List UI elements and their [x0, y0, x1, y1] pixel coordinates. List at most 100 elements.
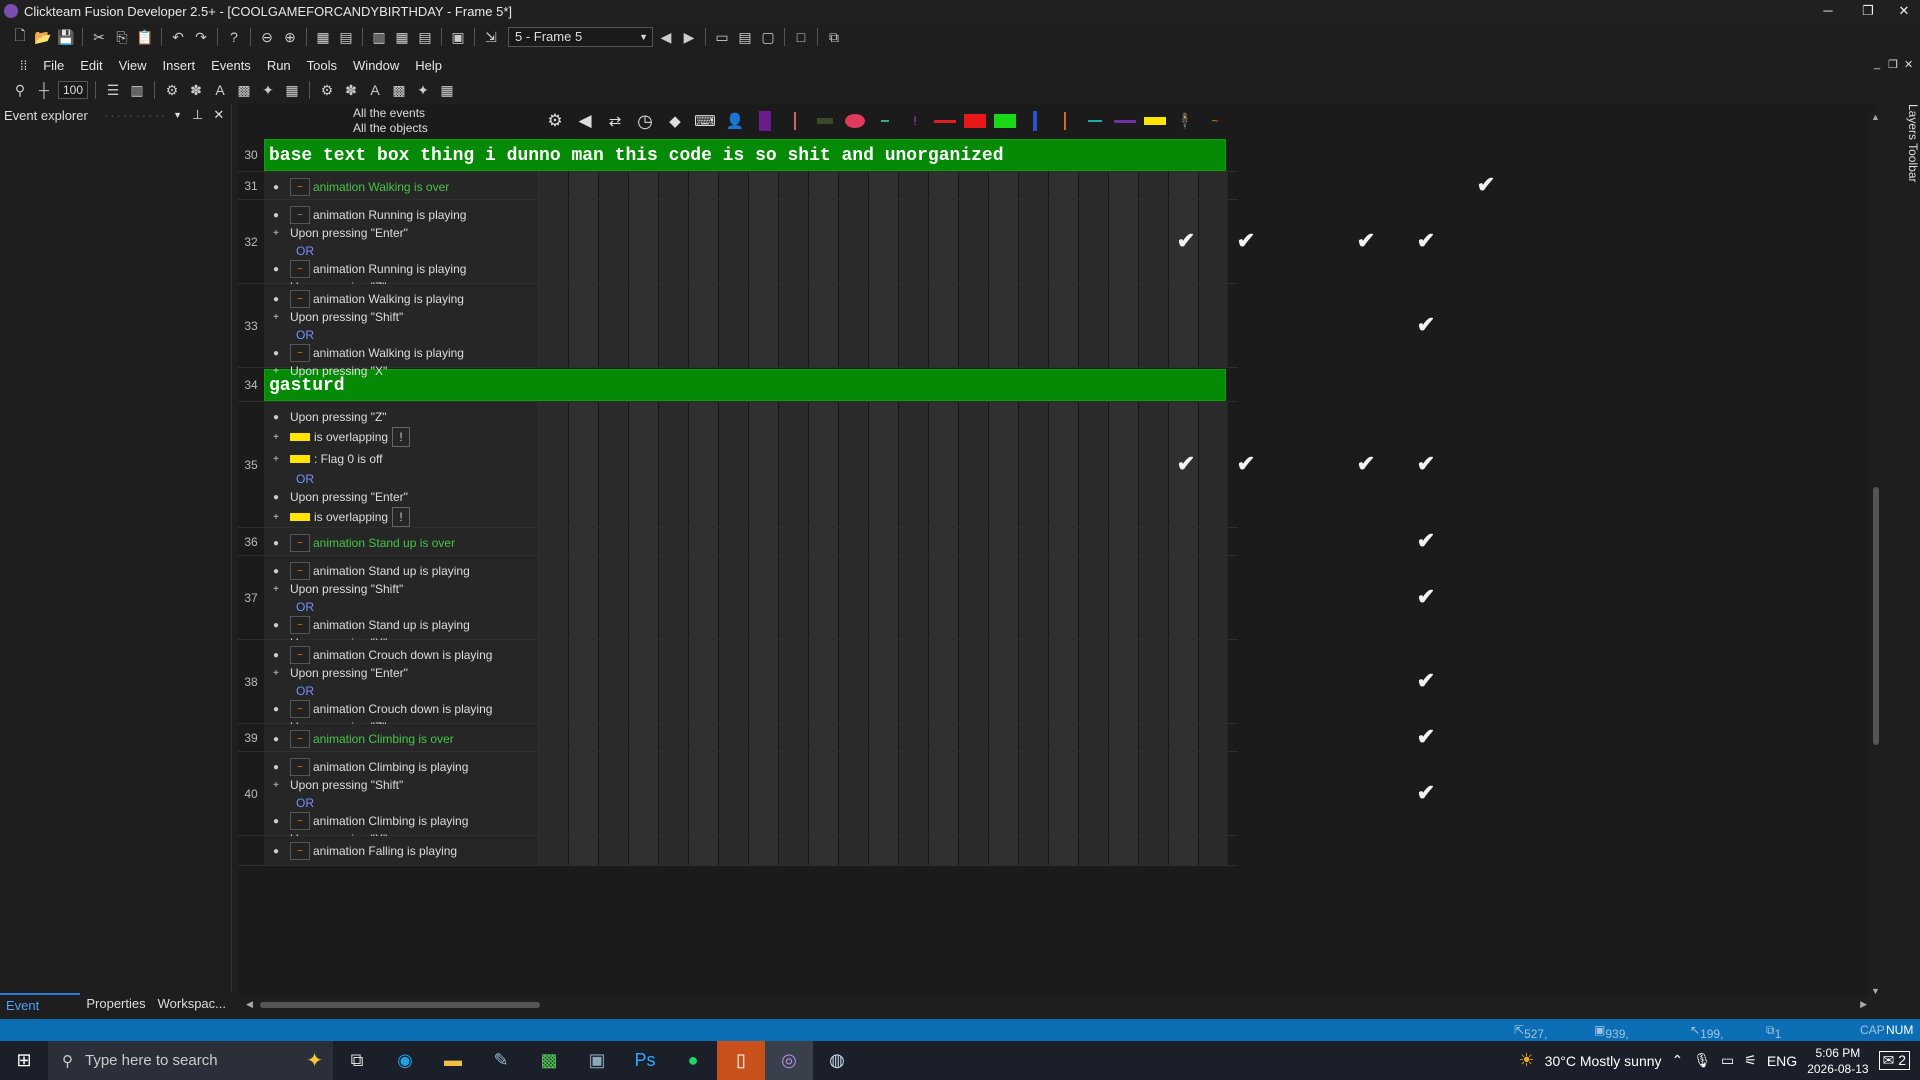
action-cell[interactable] — [1139, 640, 1169, 723]
action-cell[interactable] — [839, 640, 869, 723]
close-icon[interactable]: ✕ — [213, 107, 224, 123]
library-icon[interactable]: ▣ — [448, 27, 468, 47]
pink-sprite-icon[interactable] — [843, 110, 867, 132]
condition-block[interactable]: ● ~ animation Stand up is playing + Upon pre… — [264, 556, 539, 650]
action-cell[interactable] — [869, 556, 899, 639]
purple-sprite-icon[interactable] — [753, 110, 777, 132]
action-cell[interactable] — [779, 556, 809, 639]
action-cell[interactable] — [719, 836, 749, 865]
chevron-up-icon[interactable]: ⌃ — [1672, 1052, 1684, 1069]
action-cell[interactable] — [539, 284, 569, 367]
action-cell[interactable] — [1169, 724, 1199, 751]
red-box-icon[interactable] — [963, 110, 987, 132]
action-cell[interactable] — [899, 752, 929, 835]
action-cell[interactable] — [1049, 284, 1079, 367]
action-cell[interactable] — [809, 402, 839, 527]
prev-frame-icon[interactable]: ◀ — [656, 27, 676, 47]
close-button[interactable]: ✕ — [1884, 0, 1920, 22]
action-cell[interactable] — [989, 528, 1019, 555]
action-cell[interactable] — [1079, 528, 1109, 555]
action-cell[interactable] — [809, 556, 839, 639]
zoom-input[interactable]: 100 — [58, 81, 88, 99]
action-cell[interactable] — [659, 200, 689, 283]
action-cell[interactable] — [989, 724, 1019, 751]
pattern2-icon[interactable]: ▩ — [389, 80, 409, 100]
action-cell[interactable] — [1139, 724, 1169, 751]
action-cell[interactable] — [809, 836, 839, 865]
condition-block[interactable]: ● ~ animation Stand up is over — [264, 528, 539, 555]
action-cell[interactable] — [1169, 556, 1199, 639]
character-icon[interactable]: 🕴 — [1173, 110, 1197, 132]
action-cell[interactable] — [539, 836, 569, 865]
action-cell[interactable] — [599, 752, 629, 835]
action-cell[interactable] — [539, 640, 569, 723]
horizontal-scrollbar[interactable]: ◀ ▶ — [244, 998, 1869, 1012]
action-cell[interactable] — [1109, 402, 1139, 527]
app-icon-2[interactable]: ▣ — [573, 1041, 621, 1080]
action-cell[interactable] — [749, 724, 779, 751]
action-cell[interactable] — [719, 556, 749, 639]
menu-window[interactable]: Window — [345, 58, 407, 73]
action-cell[interactable] — [569, 752, 599, 835]
tab-workspace[interactable]: Workspac... — [152, 993, 232, 1015]
action-cell[interactable] — [809, 528, 839, 555]
mdi-restore-button[interactable]: ❐ — [1888, 58, 1898, 71]
action-cell[interactable] — [1199, 284, 1229, 367]
event-row[interactable]: 32 ● ~ animation Running is playing + Upon pr… — [238, 200, 1435, 294]
steam-icon[interactable]: ◍ — [813, 1041, 861, 1080]
action-cell[interactable] — [839, 172, 869, 199]
sound-icon[interactable]: ✽ — [186, 80, 206, 100]
action-cell[interactable] — [659, 402, 689, 527]
yellow-bar-icon[interactable] — [1143, 110, 1167, 132]
action-cell[interactable] — [869, 402, 899, 527]
action-cell[interactable] — [1109, 200, 1139, 283]
action-cell[interactable] — [929, 172, 959, 199]
action-cell[interactable] — [599, 556, 629, 639]
action-cell[interactable] — [1139, 402, 1169, 527]
action-cell[interactable] — [959, 402, 989, 527]
action-cell[interactable] — [1079, 172, 1109, 199]
tab-event-explorer[interactable]: Event expl... — [0, 993, 81, 1035]
sound2-icon[interactable]: ✽ — [341, 80, 361, 100]
condition-line[interactable]: ● ~ animation Walking is playing — [270, 290, 538, 308]
checkmark-icon[interactable]: ✔ — [1411, 228, 1441, 254]
condition-block[interactable]: ● Upon pressing "Z" + is overlapping ǃ +: Fla… — [264, 402, 539, 546]
action-cell[interactable] — [1049, 172, 1079, 199]
checkmark-icon[interactable]: ✔ — [1411, 780, 1441, 806]
action-cell[interactable] — [749, 640, 779, 723]
condition-block[interactable]: ● ~ animation Running is playing + Upon pres… — [264, 200, 539, 294]
red-line-icon[interactable] — [933, 110, 957, 132]
menu-tools[interactable]: Tools — [299, 58, 345, 73]
action-cell[interactable] — [689, 752, 719, 835]
preview-icon[interactable]: ⧉ — [824, 27, 844, 47]
scroll-up-icon[interactable]: ▲ — [1871, 112, 1880, 122]
menu-events[interactable]: Events — [203, 58, 259, 73]
action-cell[interactable] — [1169, 640, 1199, 723]
action-cell[interactable] — [689, 528, 719, 555]
run-icon[interactable]: ⇲ — [481, 27, 501, 47]
action-cell[interactable] — [869, 528, 899, 555]
blue-bar-icon[interactable] — [1023, 110, 1047, 132]
action-cell[interactable] — [869, 752, 899, 835]
keyboard-object-icon[interactable]: ⌨ — [693, 110, 717, 132]
list-view-icon[interactable]: ☰ — [103, 80, 123, 100]
action-cell[interactable] — [959, 528, 989, 555]
action-cell[interactable] — [569, 528, 599, 555]
action-cell[interactable] — [929, 402, 959, 527]
language-indicator[interactable]: ENG — [1767, 1053, 1797, 1069]
action-cell[interactable] — [719, 284, 749, 367]
event-editor-icon[interactable]: ▥ — [369, 27, 389, 47]
fullscreen-icon[interactable]: □ — [791, 27, 811, 47]
action-cell[interactable] — [989, 200, 1019, 283]
speaker-object-icon[interactable]: ◀ — [573, 110, 597, 132]
action-cell[interactable] — [599, 172, 629, 199]
action-cell[interactable] — [569, 200, 599, 283]
action-cell[interactable] — [959, 724, 989, 751]
action-cell[interactable] — [599, 724, 629, 751]
action-cell[interactable] — [869, 836, 899, 865]
checkmark-icon[interactable]: ✔ — [1411, 584, 1441, 610]
new-icon[interactable]: 🗋 — [10, 27, 30, 47]
action-cell[interactable] — [539, 172, 569, 199]
action-cell[interactable] — [899, 724, 929, 751]
settings-icon[interactable]: ⚙ — [162, 80, 182, 100]
